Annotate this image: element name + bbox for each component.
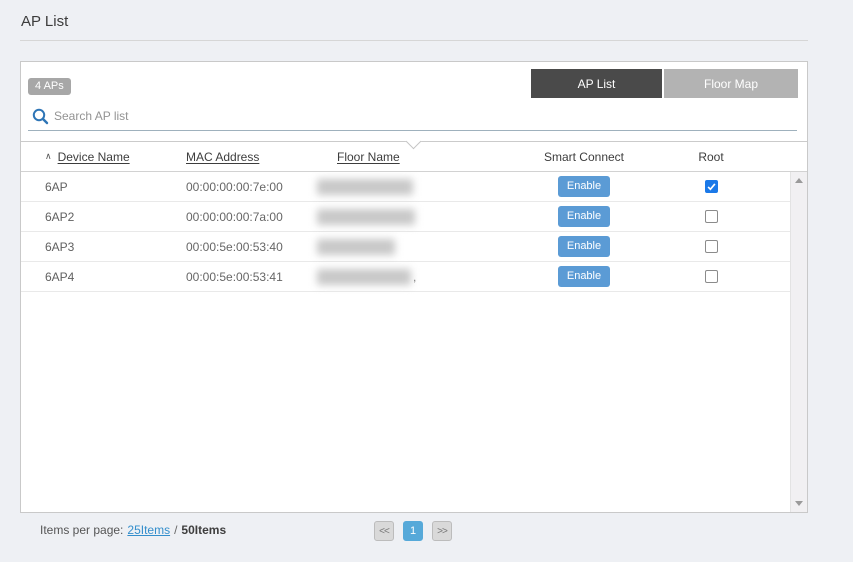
cell-device-name: 6AP2 <box>21 210 186 224</box>
cell-mac-address: 00:00:5e:00:53:40 <box>186 240 317 254</box>
cell-mac-address: 00:00:5e:00:53:41 <box>186 270 317 284</box>
redacted-floor-name <box>317 269 411 285</box>
next-page-button[interactable]: >> <box>432 521 452 541</box>
page-title: AP List <box>21 13 68 30</box>
column-header-smart-connect: Smart Connect <box>507 150 661 164</box>
sort-asc-icon: ∧ <box>45 152 52 161</box>
table-row: 6AP4 00:00:5e:00:53:41 , Enable <box>21 262 790 292</box>
cell-floor-name: , <box>317 269 507 285</box>
cell-device-name: 6AP3 <box>21 240 186 254</box>
items-per-page-label: Items per page: <box>40 523 123 537</box>
table-header: ∧ Device Name MAC Address Floor Name Sma… <box>21 141 807 172</box>
column-header-device-name[interactable]: ∧ Device Name <box>21 150 186 164</box>
cell-smart-connect: Enable <box>507 206 661 227</box>
search-icon <box>32 108 49 125</box>
items-50-option: 50Items <box>181 523 226 537</box>
title-divider <box>20 40 808 41</box>
vertical-scrollbar[interactable] <box>790 172 807 512</box>
cell-mac-address: 00:00:00:00:7a:00 <box>186 210 317 224</box>
cell-root <box>661 180 789 193</box>
table-row: 6AP 00:00:00:00:7e:00 Enable <box>21 172 790 202</box>
table-scroll-region: 6AP 00:00:00:00:7e:00 Enable 6AP2 00:00: <box>21 172 807 512</box>
cell-device-name: 6AP4 <box>21 270 186 284</box>
pagination: << 1 >> <box>374 521 452 541</box>
root-checkbox[interactable] <box>705 240 718 253</box>
view-toggle: AP List Floor Map <box>531 69 798 98</box>
items-per-page: Items per page: 25Items / 50Items <box>40 523 226 537</box>
cell-root <box>661 240 789 253</box>
enable-button[interactable]: Enable <box>558 266 610 287</box>
search-row <box>21 104 807 131</box>
table-rows: 6AP 00:00:00:00:7e:00 Enable 6AP2 00:00: <box>21 172 790 292</box>
cell-device-name: 6AP <box>21 180 186 194</box>
items-25-link[interactable]: 25Items <box>127 523 170 537</box>
cell-mac-address: 00:00:00:00:7e:00 <box>186 180 317 194</box>
cell-floor-name <box>317 209 507 225</box>
items-separator: / <box>174 523 177 537</box>
column-header-root: Root <box>661 150 789 164</box>
scroll-down-icon[interactable] <box>791 495 807 512</box>
cell-root <box>661 270 789 283</box>
prev-page-button[interactable]: << <box>374 521 394 541</box>
root-checkbox[interactable] <box>705 270 718 283</box>
cell-floor-name <box>317 179 507 195</box>
column-header-floor-name[interactable]: Floor Name <box>317 150 507 164</box>
cell-smart-connect: Enable <box>507 266 661 287</box>
enable-button[interactable]: Enable <box>558 176 610 197</box>
ap-count-badge: 4 APs <box>28 78 71 95</box>
search-input[interactable] <box>54 106 654 126</box>
current-page-button[interactable]: 1 <box>403 521 423 541</box>
cell-root <box>661 210 789 223</box>
ap-list-panel: 4 APs AP List Floor Map ∧ Device Name MA… <box>20 61 808 513</box>
enable-button[interactable]: Enable <box>558 206 610 227</box>
scroll-up-icon[interactable] <box>791 172 807 189</box>
cell-smart-connect: Enable <box>507 176 661 197</box>
enable-button[interactable]: Enable <box>558 236 610 257</box>
search-underline <box>28 130 797 131</box>
root-checkbox[interactable] <box>705 180 718 193</box>
cell-floor-name <box>317 239 507 255</box>
tab-ap-list[interactable]: AP List <box>531 69 662 98</box>
root-checkbox[interactable] <box>705 210 718 223</box>
tab-floor-map[interactable]: Floor Map <box>664 69 798 98</box>
table-row: 6AP3 00:00:5e:00:53:40 Enable <box>21 232 790 262</box>
table-row: 6AP2 00:00:00:00:7a:00 Enable <box>21 202 790 232</box>
cell-smart-connect: Enable <box>507 236 661 257</box>
redacted-floor-name <box>317 179 413 195</box>
redacted-floor-name <box>317 209 415 225</box>
redacted-floor-name <box>317 239 395 255</box>
column-header-mac-address[interactable]: MAC Address <box>186 150 317 164</box>
